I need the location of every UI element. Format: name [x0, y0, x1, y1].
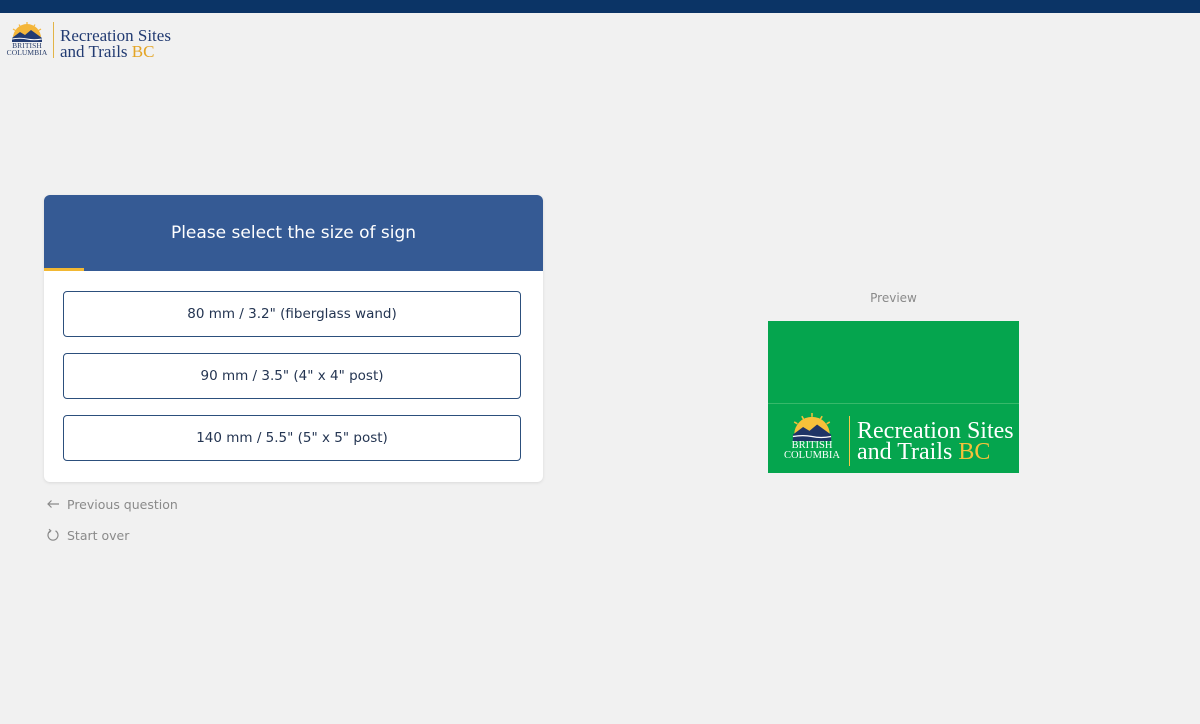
preview-bc-emblem: BRITISH COLUMBIA [784, 413, 840, 460]
preview-logo-divider [849, 416, 850, 466]
site-logo[interactable]: BRITISH COLUMBIA Recreation Sites and Tr… [6, 22, 171, 60]
top-bar [0, 0, 1200, 13]
preview-label: Preview [870, 291, 917, 305]
start-over-link[interactable]: Start over [45, 527, 129, 543]
question-title: Please select the size of sign [170, 223, 417, 243]
size-option-80mm[interactable]: 80 mm / 3.2" (fiberglass wand) [63, 291, 521, 337]
start-over-label: Start over [67, 527, 130, 543]
preview-logo-line-2-accent: BC [958, 439, 991, 465]
previous-question-link[interactable]: Previous question [45, 496, 178, 512]
preview-divider-line [768, 403, 1019, 404]
question-card: Please select the size of sign 80 mm / 3… [44, 195, 543, 482]
sign-preview: BRITISH COLUMBIA Recreation Sites and Tr… [768, 321, 1019, 473]
preview-logo-text: Recreation Sites and Trails BC [857, 413, 1014, 465]
arrow-left-icon [45, 496, 61, 512]
previous-question-label: Previous question [67, 496, 178, 512]
progress-indicator [44, 268, 84, 271]
preview-logo: BRITISH COLUMBIA Recreation Sites and Tr… [784, 413, 1014, 466]
sun-mountain-icon [792, 413, 832, 441]
size-option-140mm[interactable]: 140 mm / 5.5" (5" x 5" post) [63, 415, 521, 461]
logo-line-2-accent: BC [131, 41, 155, 61]
question-header: Please select the size of sign [44, 195, 543, 271]
logo-text: Recreation Sites and Trails BC [60, 22, 171, 59]
logo-line-2-main: and Trails [60, 41, 128, 61]
bc-wordmark-bottom: COLUMBIA [6, 48, 48, 57]
size-option-90mm[interactable]: 90 mm / 3.5" (4" x 4" post) [63, 353, 521, 399]
logo-divider [53, 22, 54, 58]
preview-logo-line-2: and Trails BC [857, 439, 1014, 465]
refresh-icon [45, 527, 61, 543]
sun-mountain-icon [11, 22, 43, 42]
bc-emblem: BRITISH COLUMBIA [6, 22, 48, 56]
preview-wordmark-bottom: COLUMBIA [784, 449, 841, 461]
logo-line-2: and Trails BC [60, 41, 171, 61]
preview-logo-line-2-main: and Trails [857, 439, 953, 465]
